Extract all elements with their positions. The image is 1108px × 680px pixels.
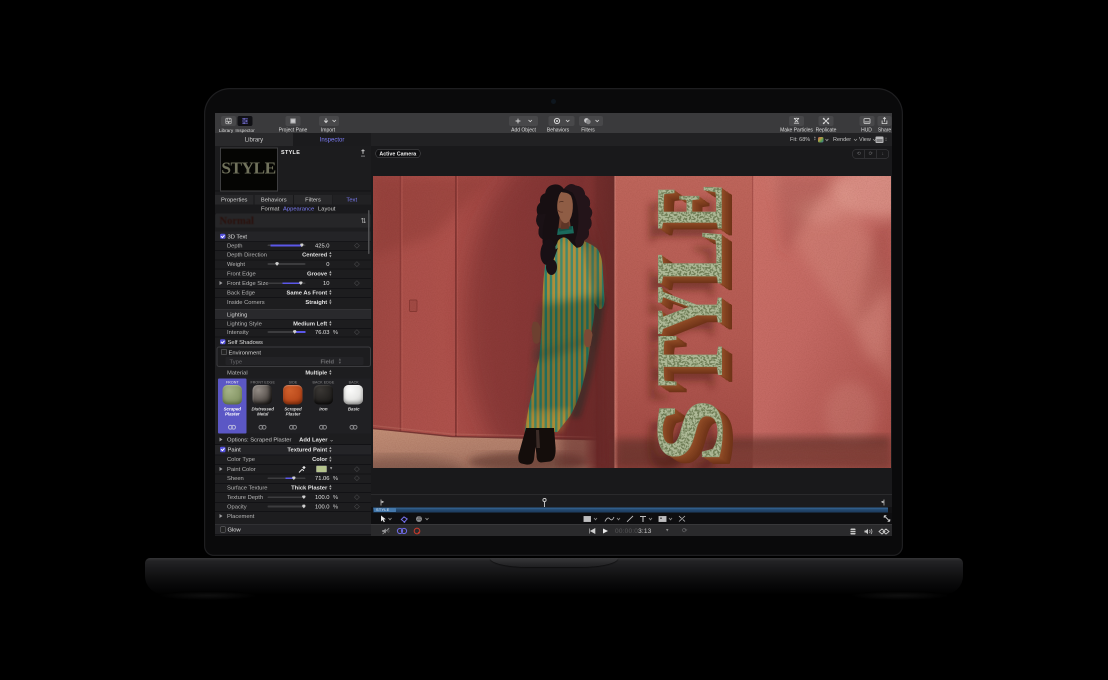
svg-text:L: L bbox=[636, 230, 743, 285]
svg-text:T: T bbox=[636, 335, 743, 387]
svg-text:S: S bbox=[636, 399, 743, 464]
svg-text:Y: Y bbox=[636, 286, 743, 335]
svg-text:E: E bbox=[636, 184, 743, 230]
